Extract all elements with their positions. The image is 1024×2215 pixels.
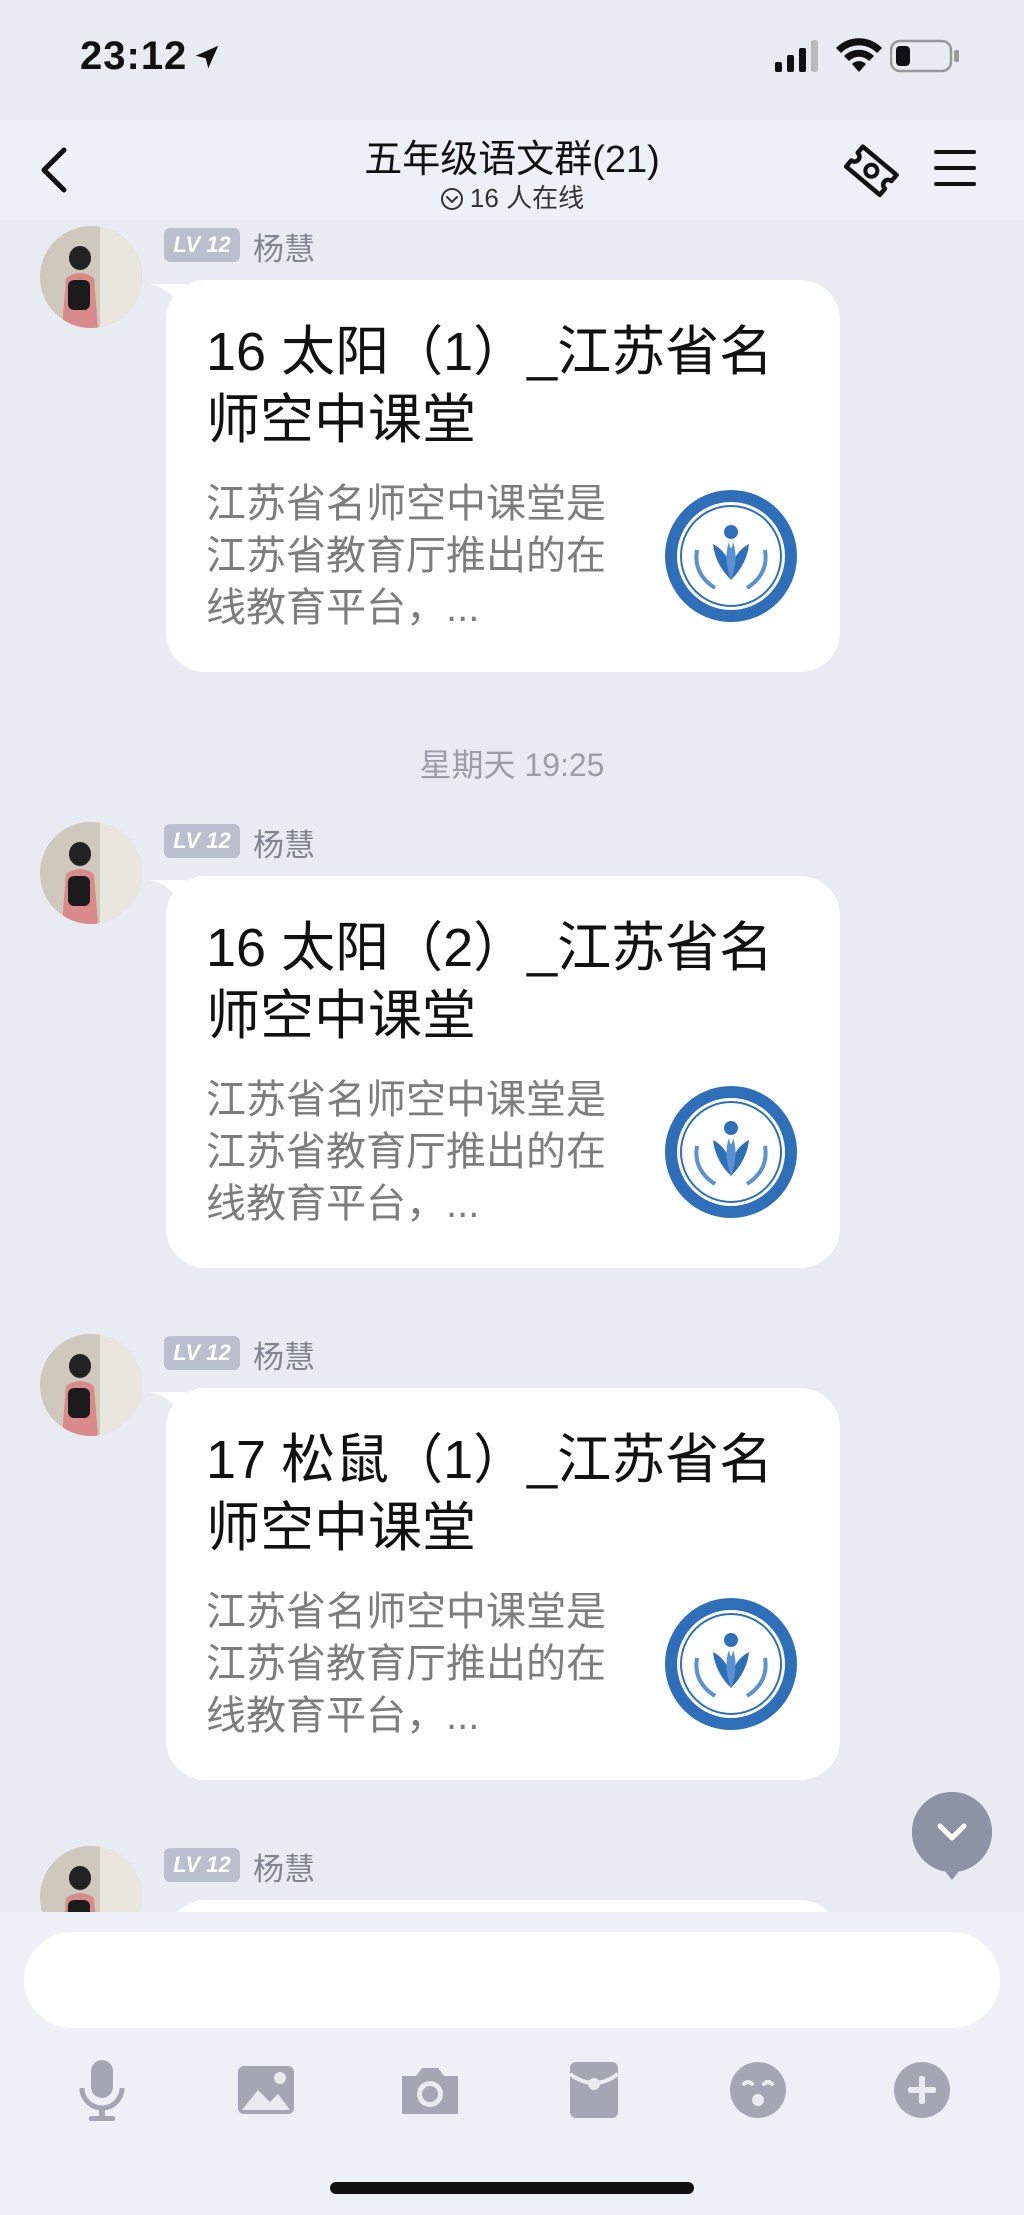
level-badge: LV 12 [164, 824, 240, 858]
message-timestamp: 星期天 19:25 [419, 747, 605, 783]
jiangsu-classroom-logo-icon [665, 1598, 797, 1730]
image-icon[interactable] [228, 2052, 304, 2128]
nav-bar: 五年级语文群(21) 16 人在线 [0, 120, 1024, 220]
ticket-icon[interactable] [842, 140, 902, 200]
card-title: 16 太阳（2）_江苏省名师空中课堂 [206, 918, 774, 1046]
sender-name: 杨慧 [253, 232, 315, 267]
input-area [0, 1912, 1024, 2215]
level-badge: LV 12 [164, 1336, 240, 1370]
level-badge: LV 12 [164, 228, 240, 262]
online-count: 16 人在线 [469, 183, 585, 213]
cellular-signal-icon [775, 40, 818, 72]
link-card[interactable]: 17 松鼠（1）_江苏省名师空中课堂 江苏省名师空中课堂是江苏省教育厅推出的在线… [166, 1388, 840, 1780]
link-card[interactable]: 16 太阳（2）_江苏省名师空中课堂 江苏省名师空中课堂是江苏省教育厅推出的在线… [166, 876, 840, 1268]
card-description: 江苏省名师空中课堂是江苏省教育厅推出的在线教育平台，... [206, 482, 606, 630]
jiangsu-classroom-logo-icon [665, 1086, 797, 1218]
level-badge: LV 12 [164, 1848, 240, 1882]
red-packet-icon[interactable] [556, 2052, 632, 2128]
sender-name: 杨慧 [253, 1340, 315, 1375]
camera-icon[interactable] [392, 2052, 468, 2128]
status-bar: 23:12 [0, 0, 1024, 120]
card-title: 17 松鼠（1）_江苏省名师空中课堂 [206, 1430, 774, 1558]
microphone-icon[interactable] [64, 2052, 140, 2128]
card-description: 江苏省名师空中课堂是江苏省教育厅推出的在线教育平台，... [206, 1590, 606, 1738]
avatar[interactable] [40, 822, 142, 924]
jiangsu-classroom-logo-icon [665, 490, 797, 622]
card-title: 16 太阳（1）_江苏省名师空中课堂 [206, 322, 774, 450]
card-description: 江苏省名师空中课堂是江苏省教育厅推出的在线教育平台，... [206, 1078, 606, 1226]
chevron-down-circle-icon [440, 188, 463, 210]
message-input[interactable] [24, 1932, 1000, 2028]
sender-name: 杨慧 [253, 828, 315, 863]
sender-name: 杨慧 [253, 1852, 315, 1887]
chat-message-list[interactable]: LV 12 杨慧 16 太阳（1）_江苏省名师空中课堂 江苏省名师空中课堂是江苏… [0, 220, 1024, 1912]
menu-icon[interactable] [932, 146, 978, 190]
avatar[interactable] [40, 226, 142, 328]
wifi-icon [836, 38, 882, 72]
avatar[interactable] [40, 1846, 142, 1912]
status-time: 23:12 [80, 34, 188, 78]
plus-icon[interactable] [884, 2052, 960, 2128]
link-card[interactable] [166, 1900, 840, 1912]
link-card[interactable]: 16 太阳（1）_江苏省名师空中课堂 江苏省名师空中课堂是江苏省教育厅推出的在线… [166, 280, 840, 672]
battery-icon [890, 39, 959, 73]
scroll-to-bottom-button[interactable] [912, 1792, 992, 1880]
avatar[interactable] [40, 1334, 142, 1436]
emoji-icon[interactable] [720, 2052, 796, 2128]
home-indicator [330, 2182, 694, 2194]
location-arrow-icon [195, 45, 219, 69]
